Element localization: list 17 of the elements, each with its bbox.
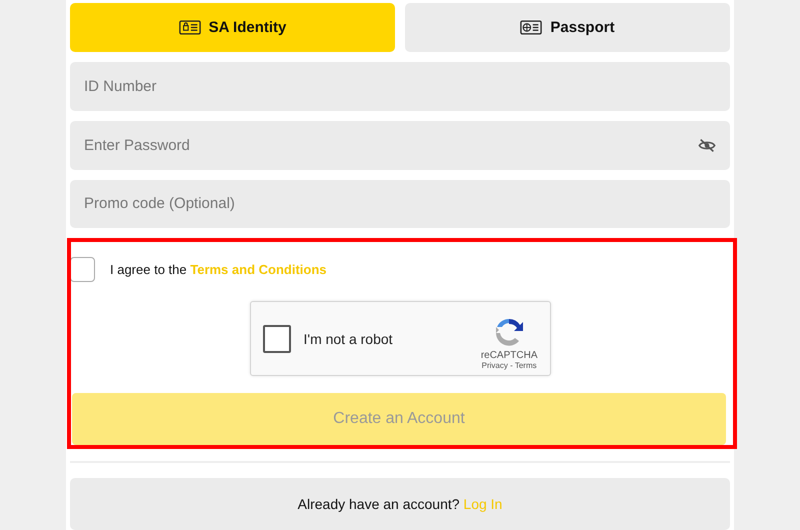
terms-link[interactable]: Terms <box>514 360 537 370</box>
tab[interactable]: SA Identity <box>70 3 395 52</box>
terms-text: I agree to the Terms and Conditions <box>110 262 326 278</box>
privacy-link[interactable]: Privacy <box>482 360 508 370</box>
captcha-checkbox[interactable] <box>262 324 290 353</box>
login-prompt: Already have an account? Log In <box>298 496 502 512</box>
input-field[interactable]: Enter Password <box>70 120 730 170</box>
globe-card-icon <box>520 20 542 35</box>
input-field[interactable]: ID Number <box>70 62 730 111</box>
tab[interactable]: Passport <box>405 3 730 52</box>
captcha-label: I'm not a robot <box>304 330 394 347</box>
captcha-brand: reCAPTCHA <box>480 350 538 361</box>
input-field[interactable]: Promo code (Optional) <box>70 180 730 228</box>
checkbox[interactable] <box>70 257 95 282</box>
hide-password-icon[interactable] <box>698 138 716 153</box>
id-card-icon <box>178 20 201 35</box>
separator: - <box>509 360 514 370</box>
